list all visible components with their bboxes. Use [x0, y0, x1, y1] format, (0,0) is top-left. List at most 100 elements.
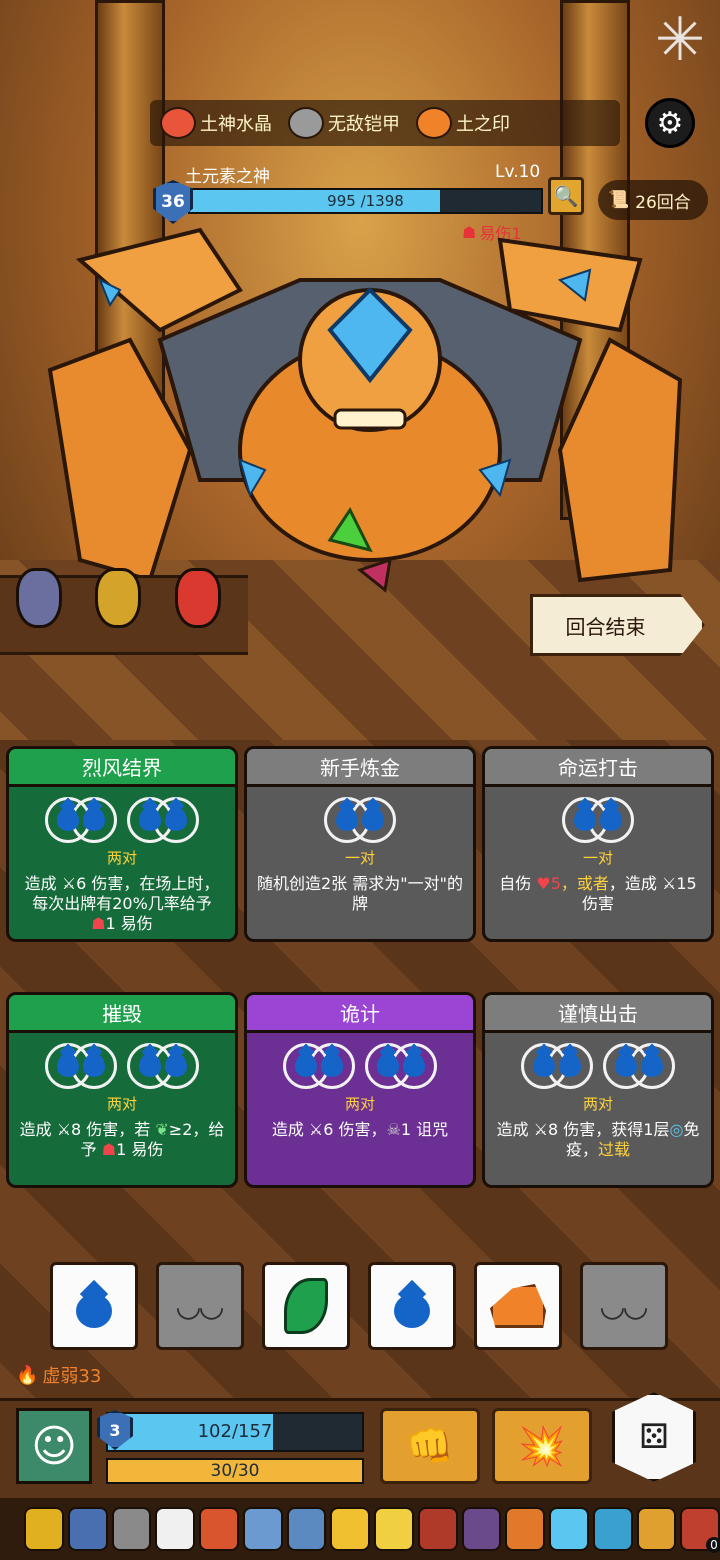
water-pair-icon — [45, 797, 117, 843]
die-water[interactable] — [368, 1262, 456, 1350]
relic-earth-crystal[interactable]: 土神水晶 — [160, 107, 272, 139]
sword-icon: ⚔ — [533, 1120, 548, 1139]
card-description: 造成 ⚔6 伤害，☠1 诅咒 — [271, 1120, 449, 1139]
boss-hp-bar: 995 /1398 — [188, 188, 543, 214]
broken-heart-icon: ♥ — [536, 874, 551, 893]
water-pair-icon — [562, 797, 634, 843]
card-title: 谨慎出击 — [485, 995, 711, 1033]
coin-icon[interactable]: 0 — [680, 1507, 720, 1553]
card-xin-shou-lian-jin[interactable]: 新手炼金 一对 随机创造2张 需求为"一对"的牌 — [244, 746, 476, 942]
pair-label: 两对 — [106, 849, 137, 867]
water-pair-icon — [521, 1043, 593, 1089]
card-description: 造成 ⚔8 伤害，获得1层◎免疫，过载 — [496, 1120, 700, 1159]
cheese-icon[interactable] — [374, 1507, 414, 1551]
tunic-icon[interactable] — [67, 1507, 108, 1551]
relic-label: 无敌铠甲 — [328, 114, 400, 135]
relic-invincible-armor[interactable]: 无敌铠甲 — [288, 107, 400, 139]
die-used[interactable]: ◡◡ — [156, 1262, 244, 1350]
water-pair-icon — [127, 797, 199, 843]
dice-requirement — [247, 1043, 473, 1089]
card-description: 随机创造2张 需求为"一对"的牌 — [257, 874, 463, 913]
equipment-bar: 0 — [0, 1498, 720, 1560]
dice-requirement — [9, 1043, 235, 1089]
die-wind[interactable] — [262, 1262, 350, 1350]
pair-label: 两对 — [582, 1095, 613, 1113]
weak-label: 虚弱33 — [42, 1366, 102, 1387]
sword-icon: ⚔ — [308, 1120, 324, 1139]
water-drop-icon — [76, 1279, 112, 1328]
card-title: 命运打击 — [485, 749, 711, 787]
potion-slot-2-icon[interactable] — [95, 568, 141, 628]
gem-icon[interactable] — [549, 1507, 589, 1551]
player-hp-text: 102/157 — [197, 1421, 273, 1442]
scroll-icon: 📜 — [608, 190, 630, 210]
card-cui-hui[interactable]: 摧毁 两对 造成 ⚔8 伤害，若 ❦≥2，给予 ☗1 易伤 — [6, 992, 238, 1188]
card-description: 自伤 ♥5，或者，造成 ⚔15 伤害 — [499, 874, 697, 913]
hood-icon[interactable] — [417, 1507, 458, 1551]
skill-fire-button[interactable]: 💥 — [492, 1408, 592, 1484]
potion-slot-1-icon[interactable] — [16, 568, 62, 628]
leaf-icon: ❦ — [155, 1120, 169, 1139]
water-pair-icon — [603, 1043, 675, 1089]
bottle-icon[interactable] — [286, 1507, 327, 1551]
dice-requirement — [485, 797, 711, 843]
cube-icon[interactable] — [111, 1507, 152, 1551]
skill-punch-button[interactable]: 👊 — [380, 1408, 480, 1484]
crown-icon[interactable] — [330, 1507, 370, 1551]
slime-icon[interactable] — [592, 1507, 633, 1551]
card-jin-shen-chu-ji[interactable]: 谨慎出击 两对 造成 ⚔8 伤害，获得1层◎免疫，过载 — [482, 992, 714, 1188]
equip-count-badge: 0 — [706, 1537, 720, 1553]
skull-icon: ☠ — [386, 1120, 401, 1139]
boss-hp-text: 995 /1398 — [327, 192, 404, 210]
inspect-magnifier-icon[interactable]: 🔍 — [548, 177, 584, 215]
die-used[interactable]: ◡◡ — [580, 1262, 668, 1350]
boss-name: 土元素之神 — [185, 167, 270, 187]
pair-label: 一对 — [344, 849, 375, 867]
helmet-icon[interactable] — [24, 1507, 64, 1551]
player-hp-bar: 102/157 — [106, 1412, 364, 1452]
die-earth[interactable] — [474, 1262, 562, 1350]
card-title: 摧毁 — [9, 995, 235, 1033]
leaf-charm-icon[interactable] — [461, 1507, 502, 1551]
relic-earth-seal[interactable]: 土之印 — [416, 107, 510, 139]
armor-icon — [288, 107, 324, 139]
boss-level: Lv.10 — [495, 162, 541, 182]
potion-slot-3-icon[interactable] — [175, 568, 221, 628]
vulnerable-icon: ☗ — [101, 1140, 117, 1159]
die-water[interactable] — [50, 1262, 138, 1350]
card-lie-feng-jie-jie[interactable]: 烈风结界 两对 造成 ⚔6 伤害，在场上时，每次出牌有20%几率给予 ☗1 易伤 — [6, 746, 238, 942]
boss-illustration — [47, 227, 683, 593]
pair-label: 一对 — [582, 849, 613, 867]
player-avatar[interactable]: ☺ — [16, 1408, 92, 1484]
dice-bag-icon[interactable] — [155, 1507, 195, 1551]
dice-requirement — [247, 797, 473, 843]
card-ming-yun-da-ji[interactable]: 命运打击 一对 自伤 ♥5，或者，造成 ⚔15 伤害 — [482, 746, 714, 942]
spider-web-decoration: ✳ — [654, 5, 706, 75]
relic-bar: 土神水晶 无敌铠甲 土之印 — [150, 100, 620, 146]
earth-elemental-boss[interactable] — [40, 220, 700, 630]
water-drop-icon — [394, 1279, 430, 1328]
card-title: 新手炼金 — [247, 749, 473, 787]
meat-icon[interactable] — [199, 1507, 239, 1551]
sword-icon: ⚔ — [56, 1120, 72, 1139]
water-pair-icon — [324, 797, 396, 843]
water-pair-icon — [283, 1043, 355, 1089]
sweater-icon[interactable] — [505, 1507, 545, 1551]
dice-requirement — [485, 1043, 711, 1089]
water-pair-icon — [365, 1043, 437, 1089]
sword-icon: ⚔ — [662, 874, 677, 893]
end-turn-button[interactable]: 回合结束 — [530, 594, 705, 656]
immunity-icon: ◎ — [669, 1120, 684, 1139]
blade-icon[interactable] — [242, 1507, 283, 1551]
card-gui-ji[interactable]: 诡计 两对 造成 ⚔6 伤害，☠1 诅咒 — [244, 992, 476, 1188]
player-energy-bar: 30/30 — [106, 1458, 364, 1484]
relic-label: 土神水晶 — [200, 114, 272, 135]
closed-eye-icon: ◡◡ — [600, 1288, 648, 1324]
shield-charm-icon[interactable] — [636, 1507, 677, 1551]
player-weak-status[interactable]: 🔥 虚弱33 — [16, 1362, 101, 1388]
dice-requirement — [9, 797, 235, 843]
card-description: 造成 ⚔6 伤害，在场上时，每次出牌有20%几率给予 ☗1 易伤 — [24, 874, 220, 933]
settings-gear-icon[interactable]: ⚙ — [645, 98, 695, 148]
card-title: 诡计 — [247, 995, 473, 1033]
seal-icon — [416, 107, 452, 139]
